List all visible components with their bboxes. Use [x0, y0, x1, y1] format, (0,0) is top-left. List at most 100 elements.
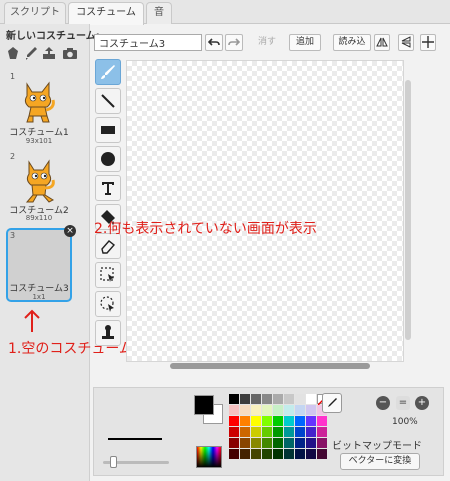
flip-horizontal-button[interactable]: [374, 34, 390, 51]
stamp-tool[interactable]: [95, 320, 121, 346]
color-swatch[interactable]: [251, 416, 261, 426]
color-swatch[interactable]: [295, 405, 305, 415]
color-swatch[interactable]: [295, 394, 305, 404]
line-tool[interactable]: [95, 88, 121, 114]
color-swatch[interactable]: [262, 394, 272, 404]
color-swatch[interactable]: [251, 449, 261, 459]
color-swatch[interactable]: [306, 394, 316, 404]
color-swatch[interactable]: [240, 394, 250, 404]
zoom-in-icon[interactable]: +: [415, 396, 429, 410]
tab-sounds[interactable]: 音: [146, 2, 172, 24]
color-swatch[interactable]: [284, 394, 294, 404]
color-swatch[interactable]: [284, 449, 294, 459]
horizontal-scroll-thumb[interactable]: [170, 363, 370, 369]
color-picker[interactable]: [196, 446, 222, 468]
color-swatch[interactable]: [295, 438, 305, 448]
eyedropper-button[interactable]: [322, 393, 342, 413]
vertical-scroll-thumb[interactable]: [405, 80, 411, 340]
clear-button[interactable]: 消す: [252, 34, 282, 51]
bitmap-mode-label: ビットマップモード: [332, 441, 422, 452]
color-swatch[interactable]: [284, 427, 294, 437]
convert-to-vector-button[interactable]: ベクターに変換: [340, 453, 420, 470]
ellipse-tool[interactable]: [95, 146, 121, 172]
color-swatch[interactable]: [284, 438, 294, 448]
cat-sprite-thumbnail: [24, 81, 55, 123]
color-swatch[interactable]: [273, 449, 283, 459]
upload-icon[interactable]: [42, 46, 56, 60]
color-swatch[interactable]: [317, 438, 327, 448]
costume-number: 3: [10, 231, 16, 240]
color-swatch[interactable]: [262, 427, 272, 437]
color-swatch[interactable]: [317, 427, 327, 437]
horizontal-scrollbar[interactable]: [126, 362, 404, 370]
color-swatch[interactable]: [262, 405, 272, 415]
tab-costumes[interactable]: コスチューム: [68, 2, 144, 25]
import-button[interactable]: 読み込: [333, 34, 371, 51]
tab-scripts[interactable]: スクリプト: [4, 2, 66, 24]
brush-icon: [101, 65, 115, 79]
color-swatch[interactable]: [273, 405, 283, 415]
vertical-scrollbar[interactable]: [404, 60, 412, 362]
color-swatch[interactable]: [306, 405, 316, 415]
costume-name-field[interactable]: [94, 34, 202, 51]
color-swatch[interactable]: [306, 427, 316, 437]
color-swatch[interactable]: [240, 427, 250, 437]
select-duplicate-tool[interactable]: [95, 291, 121, 317]
color-swatch[interactable]: [317, 416, 327, 426]
line-width-slider-handle[interactable]: [110, 456, 117, 468]
color-swatch[interactable]: [273, 438, 283, 448]
color-swatch[interactable]: [262, 438, 272, 448]
color-swatch[interactable]: [262, 449, 272, 459]
color-swatch[interactable]: [306, 438, 316, 448]
redo-icon: [228, 38, 241, 46]
color-swatch[interactable]: [229, 416, 239, 426]
color-swatch[interactable]: [273, 416, 283, 426]
redo-button[interactable]: [225, 34, 243, 51]
color-swatch[interactable]: [295, 416, 305, 426]
zoom-out-icon[interactable]: −: [376, 396, 390, 410]
text-tool[interactable]: [95, 175, 121, 201]
paint-brush-icon[interactable]: [24, 46, 38, 60]
color-swatch[interactable]: [295, 449, 305, 459]
line-width-preview: [108, 438, 162, 440]
select-duplicate-icon: [100, 296, 114, 312]
color-swatch[interactable]: [284, 405, 294, 415]
color-swatch[interactable]: [229, 394, 239, 404]
tab-sounds-label: 音: [154, 7, 164, 18]
paint-canvas[interactable]: [126, 60, 404, 362]
color-swatch[interactable]: [240, 416, 250, 426]
rectangle-tool[interactable]: [95, 117, 121, 143]
color-swatch[interactable]: [251, 394, 261, 404]
delete-costume-icon[interactable]: ×: [64, 225, 76, 237]
brush-tool[interactable]: [95, 59, 121, 85]
color-swatch[interactable]: [251, 427, 261, 437]
color-swatch[interactable]: [262, 416, 272, 426]
color-swatch[interactable]: [240, 449, 250, 459]
color-swatch[interactable]: [240, 405, 250, 415]
costume-size: 89x110: [25, 214, 53, 222]
color-swatch[interactable]: [229, 405, 239, 415]
color-swatch[interactable]: [229, 449, 239, 459]
color-swatch[interactable]: [251, 405, 261, 415]
camera-icon[interactable]: [62, 46, 78, 60]
select-tool[interactable]: [95, 262, 121, 288]
color-swatch[interactable]: [273, 394, 283, 404]
costume-item-3[interactable]: 3 × コスチューム3 1x1: [6, 225, 76, 302]
primary-color-swatch[interactable]: [194, 395, 214, 415]
flip-vertical-button[interactable]: [398, 34, 414, 51]
color-swatch[interactable]: [251, 438, 261, 448]
undo-button[interactable]: [205, 34, 223, 51]
color-swatch[interactable]: [229, 438, 239, 448]
color-swatch[interactable]: [306, 449, 316, 459]
color-swatch[interactable]: [317, 449, 327, 459]
sprite-library-icon[interactable]: [6, 46, 20, 60]
set-center-button[interactable]: [420, 34, 436, 51]
color-swatch[interactable]: [240, 438, 250, 448]
add-button[interactable]: 追加: [289, 34, 321, 51]
zoom-reset-icon[interactable]: =: [396, 396, 410, 410]
color-swatch[interactable]: [229, 427, 239, 437]
color-swatch[interactable]: [273, 427, 283, 437]
color-swatch[interactable]: [295, 427, 305, 437]
color-swatch[interactable]: [284, 416, 294, 426]
color-swatch[interactable]: [306, 416, 316, 426]
